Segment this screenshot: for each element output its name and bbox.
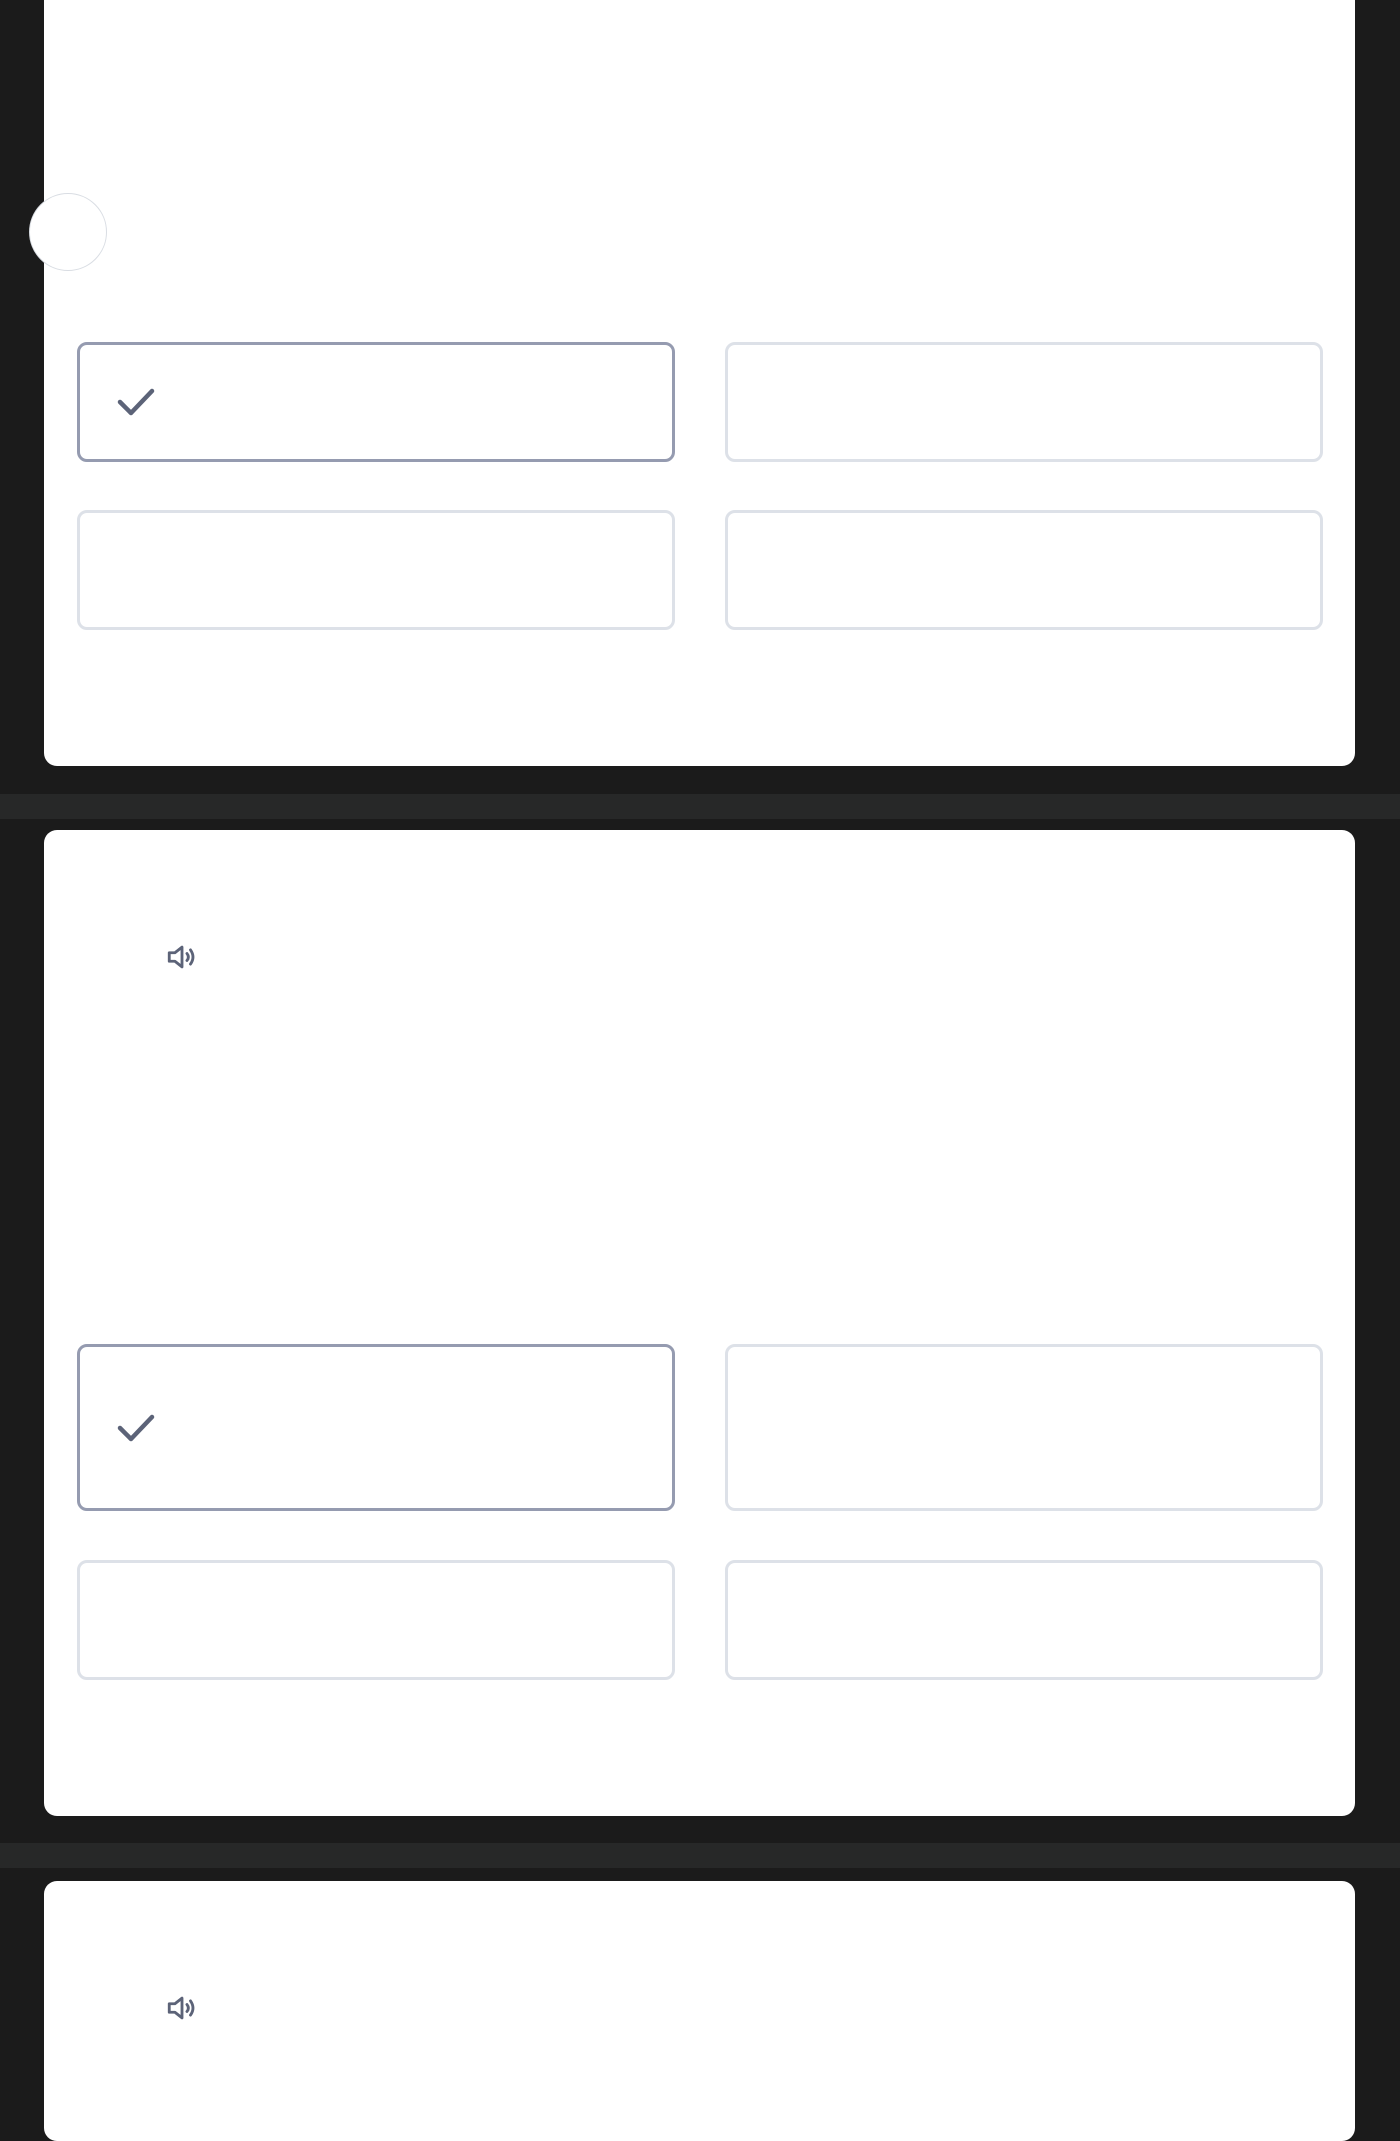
answer-option-4[interactable] [725,510,1323,630]
answer-option-2[interactable] [725,342,1323,462]
answer-option-3[interactable] [77,510,675,630]
card-separator [0,794,1400,819]
answer-option-2[interactable] [725,1344,1323,1511]
checkmark-icon [117,388,155,416]
checkmark-icon [117,1414,155,1441]
speaker-icon[interactable] [165,1991,199,2025]
card-separator [0,1843,1400,1868]
answer-option-1-selected[interactable] [77,342,675,462]
answer-option-4[interactable] [725,1560,1323,1680]
question-card-3 [44,1881,1355,2141]
answer-option-3[interactable] [77,1560,675,1680]
answer-option-1-selected[interactable] [77,1344,675,1511]
speaker-icon[interactable] [165,940,199,974]
progress-indicator-dot [29,193,107,271]
